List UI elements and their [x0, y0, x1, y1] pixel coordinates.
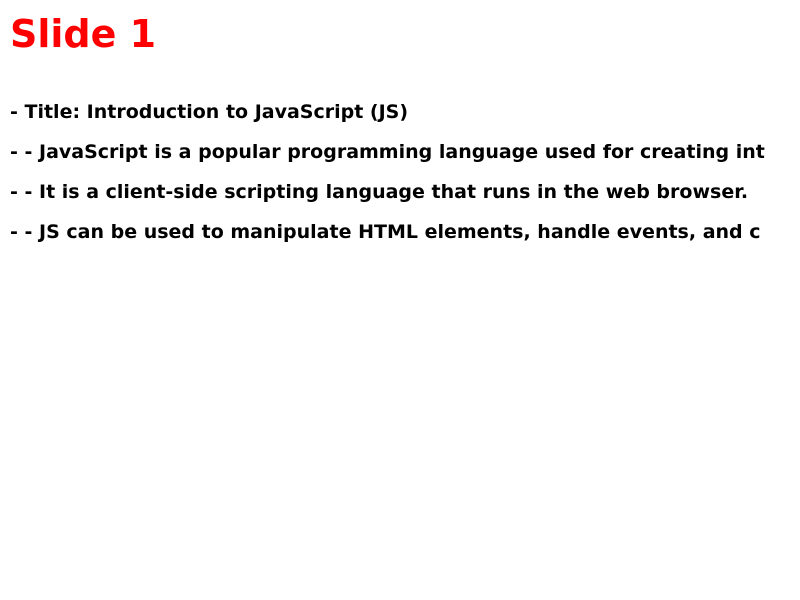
bullet-item-javascript-popular: - - JavaScript is a popular programming …	[10, 141, 765, 163]
bullet-item-title: - Title: Introduction to JavaScript (JS)	[10, 101, 409, 123]
bullet-list: - Title: Introduction to JavaScript (JS)…	[10, 100, 800, 260]
bullet-item-client-side: - - It is a client-side scripting langua…	[10, 181, 749, 203]
bullet-item-manipulate-html: - - JS can be used to manipulate HTML el…	[10, 221, 761, 243]
slide: Slide 1 - Title: Introduction to JavaScr…	[0, 0, 800, 600]
slide-title: Slide 1	[10, 12, 157, 56]
